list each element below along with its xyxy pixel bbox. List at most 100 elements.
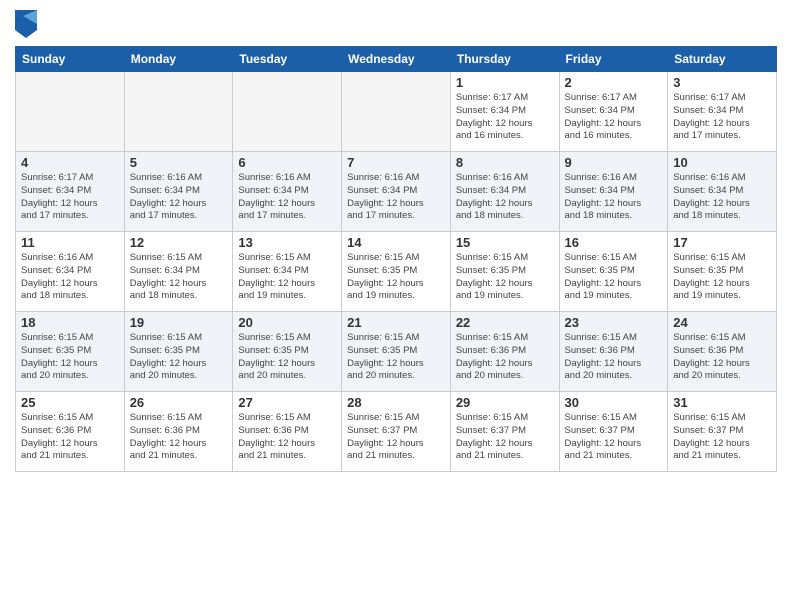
day-number: 2 xyxy=(565,75,663,90)
day-number: 12 xyxy=(130,235,228,250)
day-number: 25 xyxy=(21,395,119,410)
day-number: 29 xyxy=(456,395,554,410)
day-info: Sunrise: 6:15 AM Sunset: 6:37 PM Dayligh… xyxy=(456,412,554,463)
day-info: Sunrise: 6:15 AM Sunset: 6:37 PM Dayligh… xyxy=(347,412,445,463)
calendar-header-row: SundayMondayTuesdayWednesdayThursdayFrid… xyxy=(16,47,777,72)
calendar-week-4: 18 Sunrise: 6:15 AM Sunset: 6:35 PM Dayli… xyxy=(16,312,777,392)
calendar-header-thursday: Thursday xyxy=(450,47,559,72)
calendar-header-sunday: Sunday xyxy=(16,47,125,72)
calendar-cell: 30 Sunrise: 6:15 AM Sunset: 6:37 PM Dayli… xyxy=(559,392,668,472)
day-number: 4 xyxy=(21,155,119,170)
day-info: Sunrise: 6:15 AM Sunset: 6:34 PM Dayligh… xyxy=(130,252,228,303)
calendar-cell: 17 Sunrise: 6:15 AM Sunset: 6:35 PM Dayli… xyxy=(668,232,777,312)
day-info: Sunrise: 6:15 AM Sunset: 6:35 PM Dayligh… xyxy=(130,332,228,383)
day-number: 30 xyxy=(565,395,663,410)
calendar-cell: 7 Sunrise: 6:16 AM Sunset: 6:34 PM Daylig… xyxy=(342,152,451,232)
calendar-cell: 15 Sunrise: 6:15 AM Sunset: 6:35 PM Dayli… xyxy=(450,232,559,312)
calendar-table: SundayMondayTuesdayWednesdayThursdayFrid… xyxy=(15,46,777,472)
day-number: 17 xyxy=(673,235,771,250)
day-info: Sunrise: 6:16 AM Sunset: 6:34 PM Dayligh… xyxy=(456,172,554,223)
logo xyxy=(15,10,41,38)
calendar-header-wednesday: Wednesday xyxy=(342,47,451,72)
day-info: Sunrise: 6:16 AM Sunset: 6:34 PM Dayligh… xyxy=(21,252,119,303)
day-number: 23 xyxy=(565,315,663,330)
day-number: 14 xyxy=(347,235,445,250)
day-number: 21 xyxy=(347,315,445,330)
calendar-cell: 3 Sunrise: 6:17 AM Sunset: 6:34 PM Daylig… xyxy=(668,72,777,152)
day-number: 13 xyxy=(238,235,336,250)
day-number: 11 xyxy=(21,235,119,250)
day-info: Sunrise: 6:16 AM Sunset: 6:34 PM Dayligh… xyxy=(565,172,663,223)
header xyxy=(15,10,777,38)
day-number: 6 xyxy=(238,155,336,170)
logo-icon xyxy=(15,10,37,38)
day-number: 16 xyxy=(565,235,663,250)
day-info: Sunrise: 6:16 AM Sunset: 6:34 PM Dayligh… xyxy=(673,172,771,223)
day-info: Sunrise: 6:15 AM Sunset: 6:35 PM Dayligh… xyxy=(456,252,554,303)
calendar-cell: 25 Sunrise: 6:15 AM Sunset: 6:36 PM Dayli… xyxy=(16,392,125,472)
calendar-cell: 23 Sunrise: 6:15 AM Sunset: 6:36 PM Dayli… xyxy=(559,312,668,392)
day-info: Sunrise: 6:15 AM Sunset: 6:35 PM Dayligh… xyxy=(565,252,663,303)
calendar-week-2: 4Sunrise: 6:17 AM Sunset: 6:34 PM Daylig… xyxy=(16,152,777,232)
day-number: 1 xyxy=(456,75,554,90)
calendar-cell: 20Sunrise: 6:15 AM Sunset: 6:35 PM Dayli… xyxy=(233,312,342,392)
calendar-cell xyxy=(342,72,451,152)
day-info: Sunrise: 6:15 AM Sunset: 6:36 PM Dayligh… xyxy=(565,332,663,383)
calendar-cell: 21Sunrise: 6:15 AM Sunset: 6:35 PM Dayli… xyxy=(342,312,451,392)
calendar-cell: 10 Sunrise: 6:16 AM Sunset: 6:34 PM Dayli… xyxy=(668,152,777,232)
day-number: 3 xyxy=(673,75,771,90)
day-number: 19 xyxy=(130,315,228,330)
day-info: Sunrise: 6:15 AM Sunset: 6:35 PM Dayligh… xyxy=(347,252,445,303)
day-info: Sunrise: 6:15 AM Sunset: 6:35 PM Dayligh… xyxy=(21,332,119,383)
calendar-week-5: 25 Sunrise: 6:15 AM Sunset: 6:36 PM Dayli… xyxy=(16,392,777,472)
day-info: Sunrise: 6:15 AM Sunset: 6:37 PM Dayligh… xyxy=(565,412,663,463)
day-info: Sunrise: 6:16 AM Sunset: 6:34 PM Dayligh… xyxy=(238,172,336,223)
calendar-week-1: 1 Sunrise: 6:17 AM Sunset: 6:34 PM Daylig… xyxy=(16,72,777,152)
calendar-cell: 4Sunrise: 6:17 AM Sunset: 6:34 PM Daylig… xyxy=(16,152,125,232)
day-info: Sunrise: 6:15 AM Sunset: 6:36 PM Dayligh… xyxy=(238,412,336,463)
calendar-cell: 6 Sunrise: 6:16 AM Sunset: 6:34 PM Daylig… xyxy=(233,152,342,232)
day-info: Sunrise: 6:15 AM Sunset: 6:37 PM Dayligh… xyxy=(673,412,771,463)
calendar-cell: 31 Sunrise: 6:15 AM Sunset: 6:37 PM Dayli… xyxy=(668,392,777,472)
calendar-cell: 1 Sunrise: 6:17 AM Sunset: 6:34 PM Daylig… xyxy=(450,72,559,152)
day-info: Sunrise: 6:16 AM Sunset: 6:34 PM Dayligh… xyxy=(347,172,445,223)
calendar-cell xyxy=(16,72,125,152)
calendar-cell: 14 Sunrise: 6:15 AM Sunset: 6:35 PM Dayli… xyxy=(342,232,451,312)
day-number: 27 xyxy=(238,395,336,410)
day-number: 18 xyxy=(21,315,119,330)
day-number: 28 xyxy=(347,395,445,410)
calendar-header-saturday: Saturday xyxy=(668,47,777,72)
day-number: 10 xyxy=(673,155,771,170)
day-info: Sunrise: 6:15 AM Sunset: 6:35 PM Dayligh… xyxy=(673,252,771,303)
calendar-cell xyxy=(124,72,233,152)
calendar-cell xyxy=(233,72,342,152)
calendar-header-monday: Monday xyxy=(124,47,233,72)
day-info: Sunrise: 6:15 AM Sunset: 6:36 PM Dayligh… xyxy=(21,412,119,463)
day-info: Sunrise: 6:15 AM Sunset: 6:36 PM Dayligh… xyxy=(673,332,771,383)
day-info: Sunrise: 6:17 AM Sunset: 6:34 PM Dayligh… xyxy=(456,92,554,143)
calendar-cell: 29 Sunrise: 6:15 AM Sunset: 6:37 PM Dayli… xyxy=(450,392,559,472)
day-number: 26 xyxy=(130,395,228,410)
calendar-cell: 2Sunrise: 6:17 AM Sunset: 6:34 PM Daylig… xyxy=(559,72,668,152)
day-number: 15 xyxy=(456,235,554,250)
calendar-cell: 8Sunrise: 6:16 AM Sunset: 6:34 PM Daylig… xyxy=(450,152,559,232)
calendar-cell: 24 Sunrise: 6:15 AM Sunset: 6:36 PM Dayli… xyxy=(668,312,777,392)
calendar-cell: 16 Sunrise: 6:15 AM Sunset: 6:35 PM Dayli… xyxy=(559,232,668,312)
calendar-cell: 12 Sunrise: 6:15 AM Sunset: 6:34 PM Dayli… xyxy=(124,232,233,312)
calendar-cell: 22 Sunrise: 6:15 AM Sunset: 6:36 PM Dayli… xyxy=(450,312,559,392)
calendar-cell: 28 Sunrise: 6:15 AM Sunset: 6:37 PM Dayli… xyxy=(342,392,451,472)
calendar-cell: 19 Sunrise: 6:15 AM Sunset: 6:35 PM Dayli… xyxy=(124,312,233,392)
day-number: 5 xyxy=(130,155,228,170)
day-info: Sunrise: 6:17 AM Sunset: 6:34 PM Dayligh… xyxy=(673,92,771,143)
day-number: 31 xyxy=(673,395,771,410)
calendar-cell: 26Sunrise: 6:15 AM Sunset: 6:36 PM Dayli… xyxy=(124,392,233,472)
calendar-cell: 13Sunrise: 6:15 AM Sunset: 6:34 PM Dayli… xyxy=(233,232,342,312)
day-number: 24 xyxy=(673,315,771,330)
day-number: 9 xyxy=(565,155,663,170)
calendar-cell: 18 Sunrise: 6:15 AM Sunset: 6:35 PM Dayli… xyxy=(16,312,125,392)
day-number: 7 xyxy=(347,155,445,170)
calendar-cell: 5Sunrise: 6:16 AM Sunset: 6:34 PM Daylig… xyxy=(124,152,233,232)
day-number: 22 xyxy=(456,315,554,330)
day-number: 20 xyxy=(238,315,336,330)
day-info: Sunrise: 6:15 AM Sunset: 6:36 PM Dayligh… xyxy=(456,332,554,383)
